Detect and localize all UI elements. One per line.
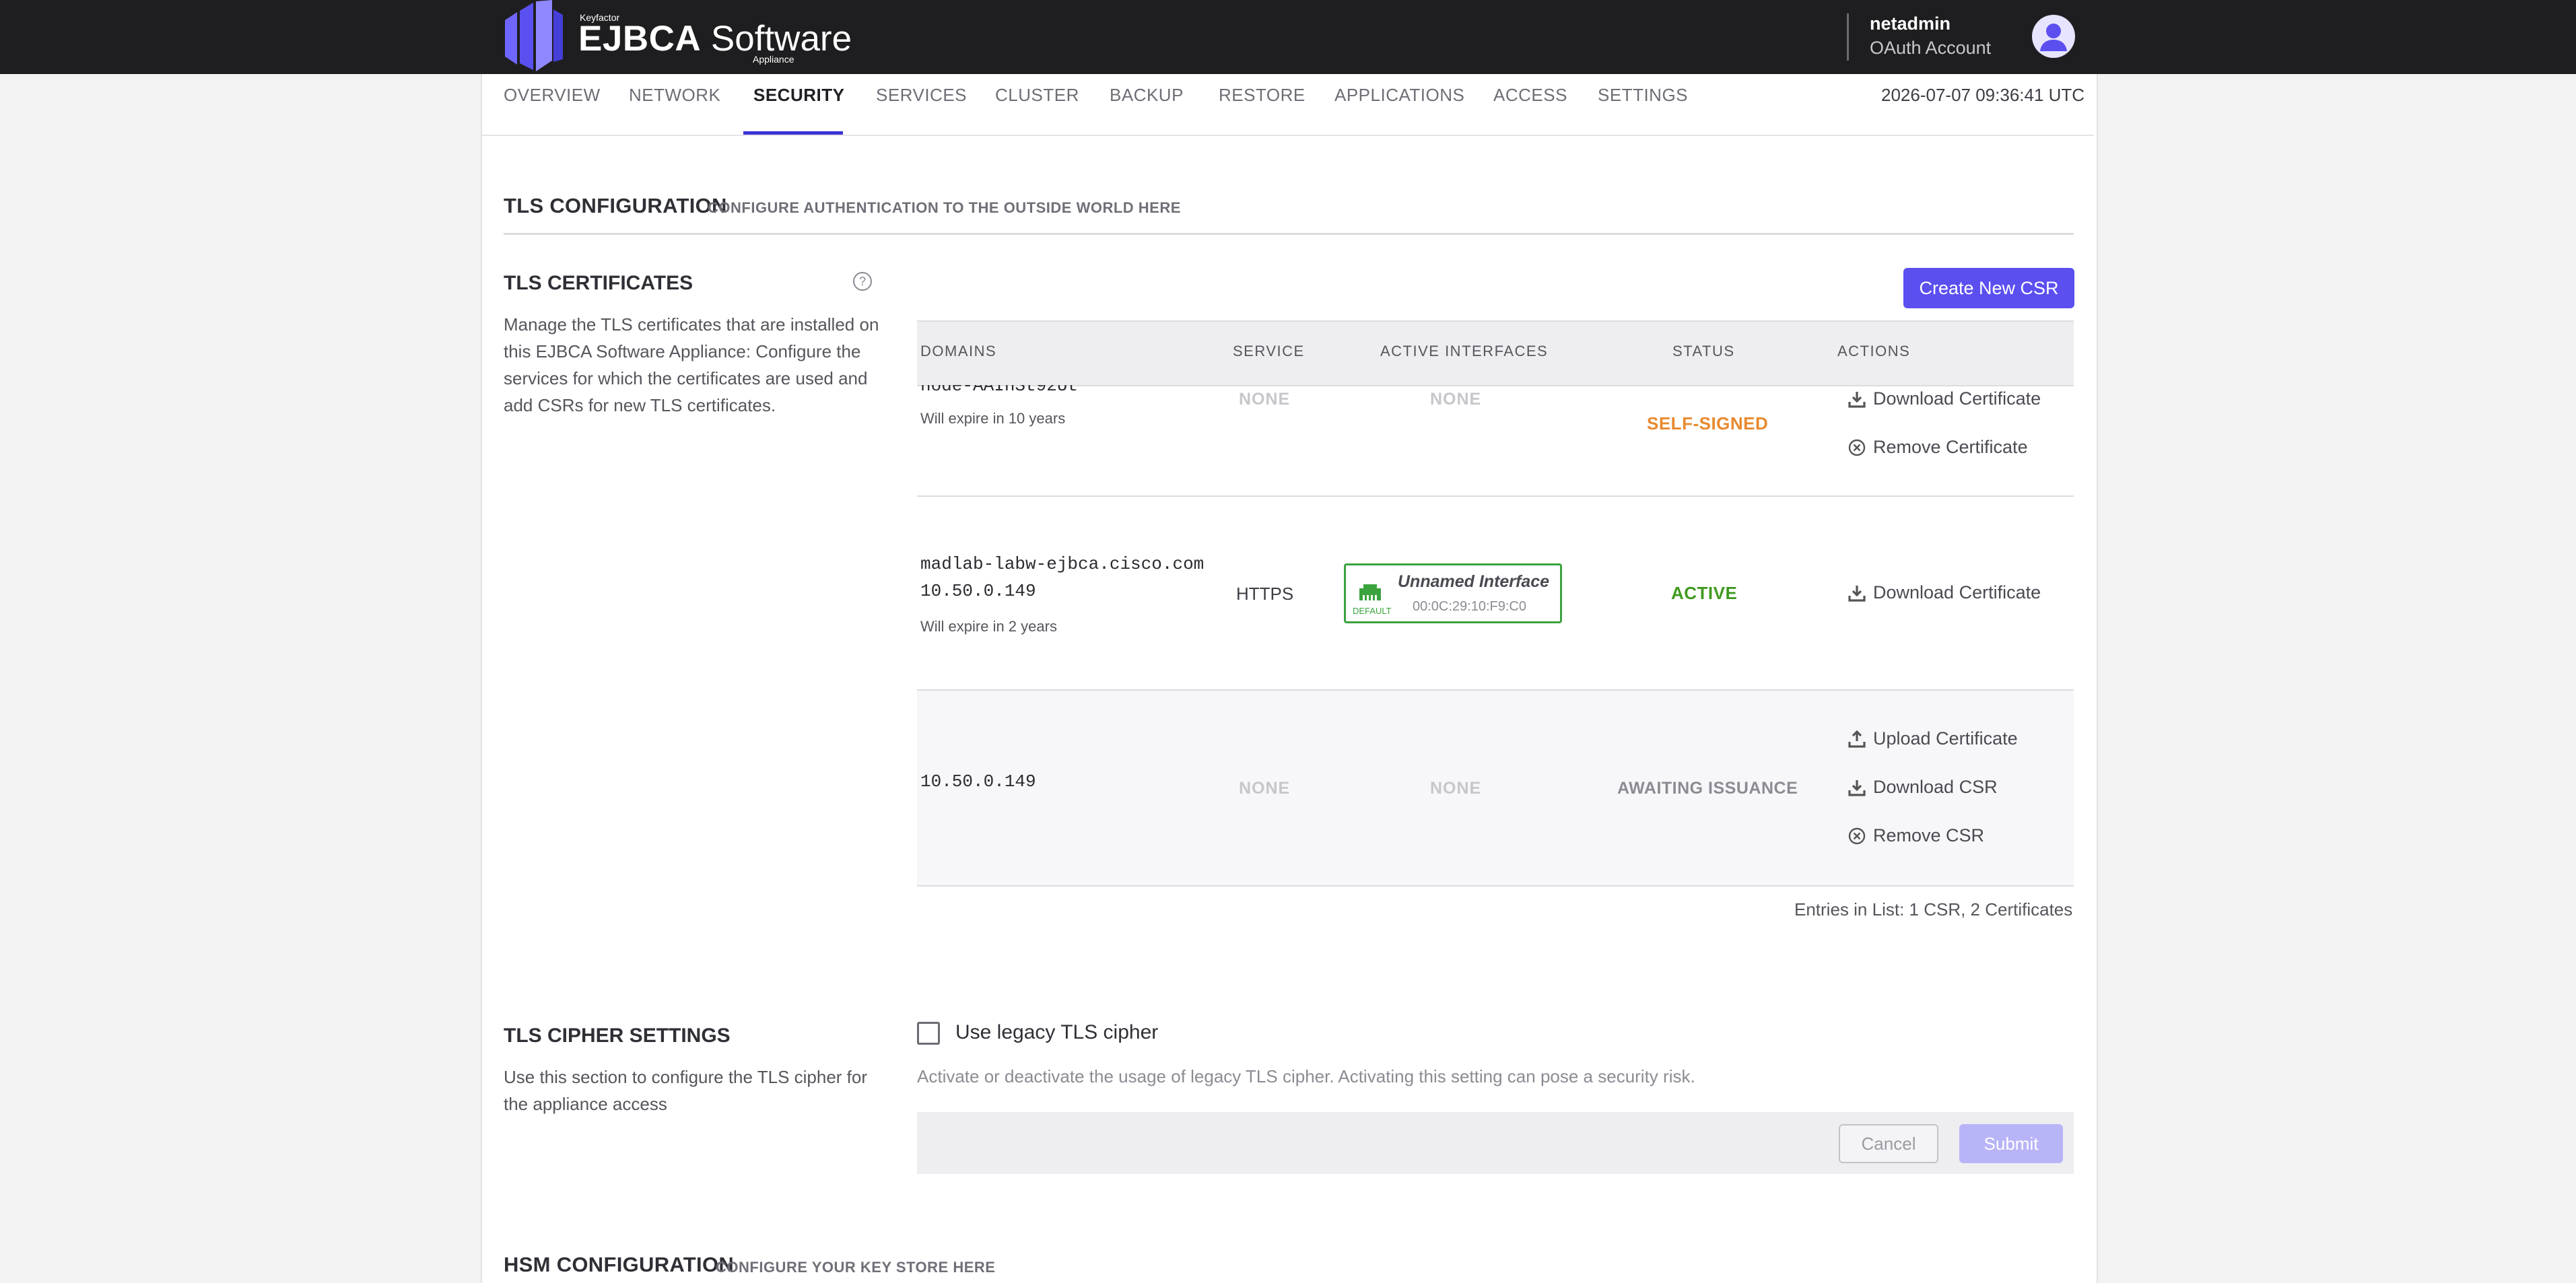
row1-status-badge: SELF-SIGNED	[1647, 413, 1769, 434]
tab-cluster[interactable]: CLUSTER	[995, 85, 1079, 106]
tab-restore[interactable]: RESTORE	[1219, 85, 1306, 106]
download-icon	[1848, 586, 1866, 602]
tab-bar-divider	[482, 135, 2094, 136]
row2-status-badge: ACTIVE	[1671, 583, 1738, 603]
top-divider	[1847, 13, 1849, 61]
row3-status-badge: AWAITING ISSUANCE	[1617, 779, 1798, 798]
submit-button[interactable]: Submit	[1959, 1124, 2063, 1163]
tls-certificates-description: Manage the TLS certificates that are ins…	[504, 314, 879, 415]
column-header-actions: ACTIONS	[1837, 343, 1911, 359]
tls-configuration-subtitle: CONFIGURE AUTHENTICATION TO THE OUTSIDE …	[708, 199, 1181, 216]
row2-download-certificate-label: Download Certificate	[1873, 582, 2041, 602]
logo-ejbca-text: EJBCA	[578, 19, 702, 59]
upload-icon	[1848, 730, 1866, 748]
row2-interface-card[interactable]: DEFAULT Unnamed Interface 00:0C:29:10:F9…	[1344, 563, 1562, 623]
hsm-configuration-subtitle: CONFIGURE YOUR KEY STORE HERE	[716, 1259, 996, 1276]
row1-interfaces: NONE	[1430, 390, 1482, 409]
tab-network[interactable]: NETWORK	[629, 85, 720, 106]
section-divider	[504, 233, 2074, 235]
row3-interfaces: NONE	[1430, 779, 1482, 798]
row-separator	[917, 885, 2074, 887]
create-new-csr-button[interactable]: Create New CSR	[1903, 268, 2074, 308]
row1-expire: Will expire in 10 years	[920, 410, 1066, 427]
tab-applications[interactable]: APPLICATIONS	[1334, 85, 1464, 106]
download-icon	[1848, 780, 1866, 796]
logo-appliance-text: Appliance	[753, 54, 794, 65]
tab-security[interactable]: SECURITY	[753, 85, 844, 106]
row3-remove-csr-label: Remove CSR	[1873, 825, 1985, 845]
user-name[interactable]: netadmin	[1870, 13, 1951, 34]
row1-download-certificate-label: Download Certificate	[1873, 388, 2041, 409]
row1-service: NONE	[1239, 390, 1291, 409]
column-header-domains: DOMAINS	[920, 343, 997, 359]
tab-access[interactable]: ACCESS	[1493, 85, 1567, 106]
interface-mac: 00:0C:29:10:F9:C0	[1413, 599, 1526, 614]
legacy-tls-cipher-checkbox[interactable]	[917, 1022, 940, 1045]
row2-domain: madlab-labw-ejbca.cisco.com	[920, 554, 1205, 574]
download-icon	[1848, 392, 1866, 408]
network-port-icon	[1359, 584, 1381, 600]
user-avatar-icon[interactable]	[2032, 15, 2075, 58]
column-header-service: SERVICE	[1233, 343, 1305, 359]
top-bar	[0, 0, 2576, 74]
tls-configuration-title: TLS CONFIGURATION	[504, 194, 727, 217]
system-clock: 2026-07-07 09:36:41 UTC	[1881, 85, 2085, 105]
row3-domain: 10.50.0.149	[920, 771, 1036, 792]
remove-circle-icon	[1848, 439, 1866, 456]
entries-count: Entries in List: 1 CSR, 2 Certificates	[1794, 899, 2073, 920]
row1-remove-certificate-label: Remove Certificate	[1873, 437, 2028, 457]
legacy-tls-cipher-label[interactable]: Use legacy TLS cipher	[955, 1021, 1158, 1044]
tab-settings[interactable]: SETTINGS	[1598, 85, 1688, 106]
remove-circle-icon	[1848, 827, 1866, 845]
help-icon[interactable]: ?	[852, 271, 873, 291]
tab-backup[interactable]: BACKUP	[1110, 85, 1184, 106]
tab-overview[interactable]: OVERVIEW	[504, 85, 601, 106]
row3-service: NONE	[1239, 779, 1291, 798]
column-header-status: STATUS	[1672, 343, 1735, 359]
row3-download-csr-label: Download CSR	[1873, 777, 1998, 797]
legacy-tls-cipher-help: Activate or deactivate the usage of lega…	[917, 1066, 1695, 1086]
ejbca-logo-icon	[505, 0, 563, 71]
row3-upload-certificate-label: Upload Certificate	[1873, 728, 2018, 749]
logo-product-name: EJBCA Software	[578, 18, 852, 61]
row-separator	[917, 495, 2074, 497]
user-account-type: OAuth Account	[1870, 38, 1992, 58]
row2-expire: Will expire in 2 years	[920, 618, 1057, 635]
tab-services[interactable]: SERVICES	[876, 85, 967, 106]
tls-cipher-description: Use this section to configure the TLS ci…	[504, 1067, 868, 1114]
hsm-configuration-title: HSM CONFIGURATION	[504, 1253, 735, 1276]
logo-software-text: Software	[710, 19, 852, 59]
column-header-active-interfaces: ACTIVE INTERFACES	[1380, 343, 1549, 359]
interface-default-tag: DEFAULT	[1353, 606, 1392, 616]
svg-text:?: ?	[859, 275, 866, 288]
row2-service: HTTPS	[1236, 584, 1294, 604]
interface-name: Unnamed Interface	[1398, 572, 1550, 591]
person-icon	[2040, 24, 2067, 51]
cancel-button[interactable]: Cancel	[1839, 1124, 1938, 1163]
tls-certificates-title: TLS CERTIFICATES	[504, 272, 693, 294]
row2-domain-ip: 10.50.0.149	[920, 581, 1036, 601]
tls-cipher-title: TLS CIPHER SETTINGS	[504, 1025, 731, 1047]
